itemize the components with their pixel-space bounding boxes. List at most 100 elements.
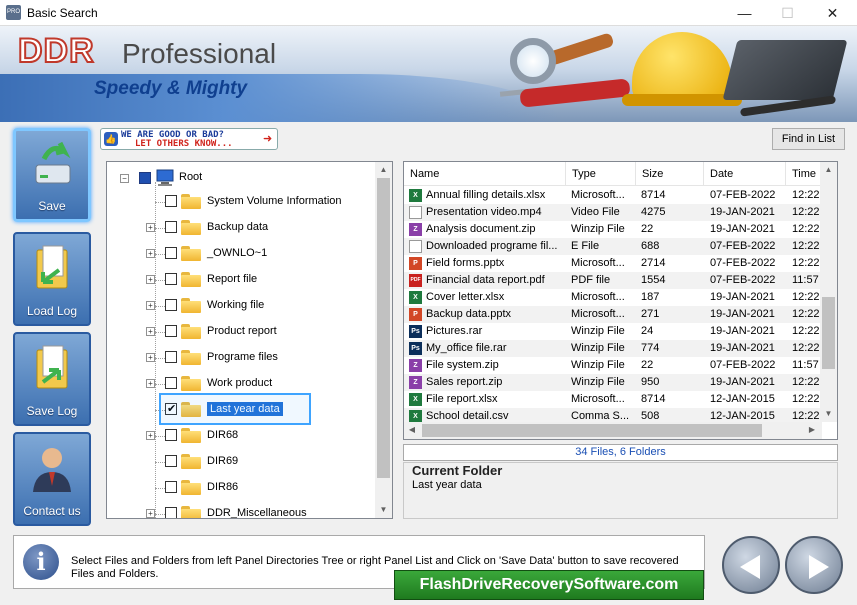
tree-scrollbar[interactable]: ▲ ▼ <box>375 162 392 518</box>
minimize-button[interactable]: — <box>722 0 767 26</box>
table-row[interactable]: Z Sales report.zip Winzip File 950 19-JAN-20… <box>404 374 822 391</box>
folder-icon <box>181 454 201 469</box>
tree-item[interactable]: + Report file <box>107 268 377 292</box>
maximize-button[interactable]: ☐ <box>765 0 810 26</box>
column-name[interactable]: Name <box>404 162 566 186</box>
cell-name: Field forms.pptx <box>426 257 505 269</box>
save-log-button[interactable]: Save Log <box>13 332 91 426</box>
cell-type: Winzip File <box>571 325 625 337</box>
cell-date: 19-JAN-2021 <box>710 223 775 235</box>
column-time[interactable]: Time <box>786 162 822 186</box>
scroll-up-icon[interactable]: ▲ <box>375 162 392 178</box>
save-button[interactable]: Save <box>13 128 91 222</box>
tree-item-checkbox[interactable] <box>165 377 177 389</box>
list-vertical-thumb[interactable] <box>822 297 835 369</box>
back-button[interactable] <box>722 536 780 594</box>
table-row[interactable]: Ps My_office file.rar Winzip File 774 19-JAN… <box>404 340 822 357</box>
file-count-status: 34 Files, 6 Folders <box>403 444 838 461</box>
cell-date: 19-JAN-2021 <box>710 376 775 388</box>
cell-size: 271 <box>641 308 660 320</box>
folder-icon <box>181 194 201 209</box>
file-list[interactable]: Name Type Size Date Time X Annual filling… <box>403 161 838 440</box>
tree-item-checkbox[interactable] <box>165 429 177 441</box>
close-button[interactable]: ✕ <box>810 0 855 26</box>
tree-item[interactable]: + Programe files <box>107 346 377 370</box>
tree-item-checkbox[interactable] <box>165 507 177 518</box>
cell-date: 19-JAN-2021 <box>710 342 775 354</box>
tree-item-checkbox[interactable] <box>165 195 177 207</box>
scroll-down-icon[interactable]: ▼ <box>375 502 392 518</box>
cell-type: Winzip File <box>571 223 625 235</box>
info-icon: i <box>23 544 59 580</box>
tree-item[interactable]: DIR86 <box>107 476 377 500</box>
expand-icon[interactable]: + <box>146 509 155 518</box>
tree-item[interactable]: + DIR68 <box>107 424 377 448</box>
table-row[interactable]: P Backup data.pptx Microsoft... 271 19-JAN-2… <box>404 306 822 323</box>
expand-icon[interactable]: + <box>146 249 155 258</box>
contact-us-button[interactable]: Contact us <box>13 432 91 526</box>
feedback-banner[interactable]: 👍 WE ARE GOOD OR BAD? LET OTHERS KNOW...… <box>100 128 278 150</box>
table-row[interactable]: X Cover letter.xlsx Microsoft... 187 19-JAN-… <box>404 289 822 306</box>
expand-icon[interactable]: + <box>146 379 155 388</box>
list-horizontal-thumb[interactable] <box>422 424 762 437</box>
website-banner[interactable]: FlashDriveRecoverySoftware.com <box>394 570 704 600</box>
folder-save-icon <box>36 345 68 389</box>
expand-icon[interactable]: + <box>146 353 155 362</box>
table-row[interactable]: Presentation video.mp4 Video File 4275 19-J… <box>404 204 822 221</box>
load-log-button[interactable]: Load Log <box>13 232 91 326</box>
table-row[interactable]: Downloaded programe fil... E File 688 07-FE… <box>404 238 822 255</box>
cell-size: 8714 <box>641 189 666 201</box>
scroll-left-icon[interactable]: ◀ <box>404 422 420 438</box>
folder-icon <box>181 350 201 365</box>
tree-item-checkbox[interactable] <box>165 221 177 233</box>
tree-item-checkbox[interactable] <box>165 481 177 493</box>
scroll-down-icon[interactable]: ▼ <box>820 406 837 422</box>
table-row[interactable]: X File report.xlsx Microsoft... 8714 12-JAN-… <box>404 391 822 408</box>
column-date[interactable]: Date <box>704 162 786 186</box>
table-row[interactable]: P Field forms.pptx Microsoft... 2714 07-FEB-… <box>404 255 822 272</box>
expand-icon[interactable]: + <box>146 431 155 440</box>
table-row[interactable]: X Annual filling details.xlsx Microsoft...… <box>404 187 822 204</box>
table-row[interactable]: PDF Financial data report.pdf PDF file 1554… <box>404 272 822 289</box>
collapse-icon[interactable]: − <box>120 174 129 183</box>
find-in-list-button[interactable]: Find in List <box>772 128 845 150</box>
column-size[interactable]: Size <box>636 162 704 186</box>
next-button[interactable] <box>785 536 843 594</box>
tree-item-checkbox[interactable] <box>165 273 177 285</box>
tree-item[interactable]: DIR69 <box>107 450 377 474</box>
tree-root[interactable]: − Root <box>107 166 377 190</box>
tree-item-checkbox[interactable] <box>165 299 177 311</box>
tree-item[interactable]: + Working file <box>107 294 377 318</box>
cell-date: 07-FEB-2022 <box>710 359 776 371</box>
arrow-icon: ➜ <box>263 133 273 145</box>
expand-icon[interactable]: + <box>146 275 155 284</box>
expand-icon[interactable]: + <box>146 223 155 232</box>
cell-type: E File <box>571 240 600 252</box>
tree-item[interactable]: + Product report <box>107 320 377 344</box>
tree-item-checkbox[interactable] <box>165 325 177 337</box>
column-type[interactable]: Type <box>566 162 636 186</box>
tree-item[interactable]: System Volume Information <box>107 190 377 214</box>
tree-scroll-thumb[interactable] <box>377 178 390 478</box>
cell-type: Winzip File <box>571 376 625 388</box>
root-checkbox[interactable] <box>139 172 151 184</box>
list-vertical-scrollbar[interactable]: ▲ ▼ <box>820 162 837 422</box>
tree-item[interactable]: + DDR_Miscellaneous <box>107 502 377 518</box>
folder-icon <box>181 324 201 339</box>
tree-item-checkbox[interactable] <box>165 455 177 467</box>
list-horizontal-scrollbar[interactable]: ◀ ▶ <box>404 422 822 439</box>
expand-icon[interactable]: + <box>146 327 155 336</box>
directory-tree[interactable]: − Root System Volume Information + Backup … <box>106 161 393 519</box>
banner-swoosh <box>0 74 560 122</box>
tree-item[interactable]: + _OWNLO~1 <box>107 242 377 266</box>
table-row[interactable]: Z File system.zip Winzip File 22 07-FEB-2022… <box>404 357 822 374</box>
table-row[interactable]: Z Analysis document.zip Winzip File 22 19-JA… <box>404 221 822 238</box>
scroll-right-icon[interactable]: ▶ <box>804 422 820 438</box>
tree-item[interactable]: + Backup data <box>107 216 377 240</box>
table-row[interactable]: Ps Pictures.rar Winzip File 24 19-JAN-2021 12… <box>404 323 822 340</box>
file-type-xls-icon: X <box>409 291 422 304</box>
scroll-up-icon[interactable]: ▲ <box>820 162 837 178</box>
expand-icon[interactable]: + <box>146 301 155 310</box>
tree-item-checkbox[interactable] <box>165 247 177 259</box>
tree-item-checkbox[interactable] <box>165 351 177 363</box>
